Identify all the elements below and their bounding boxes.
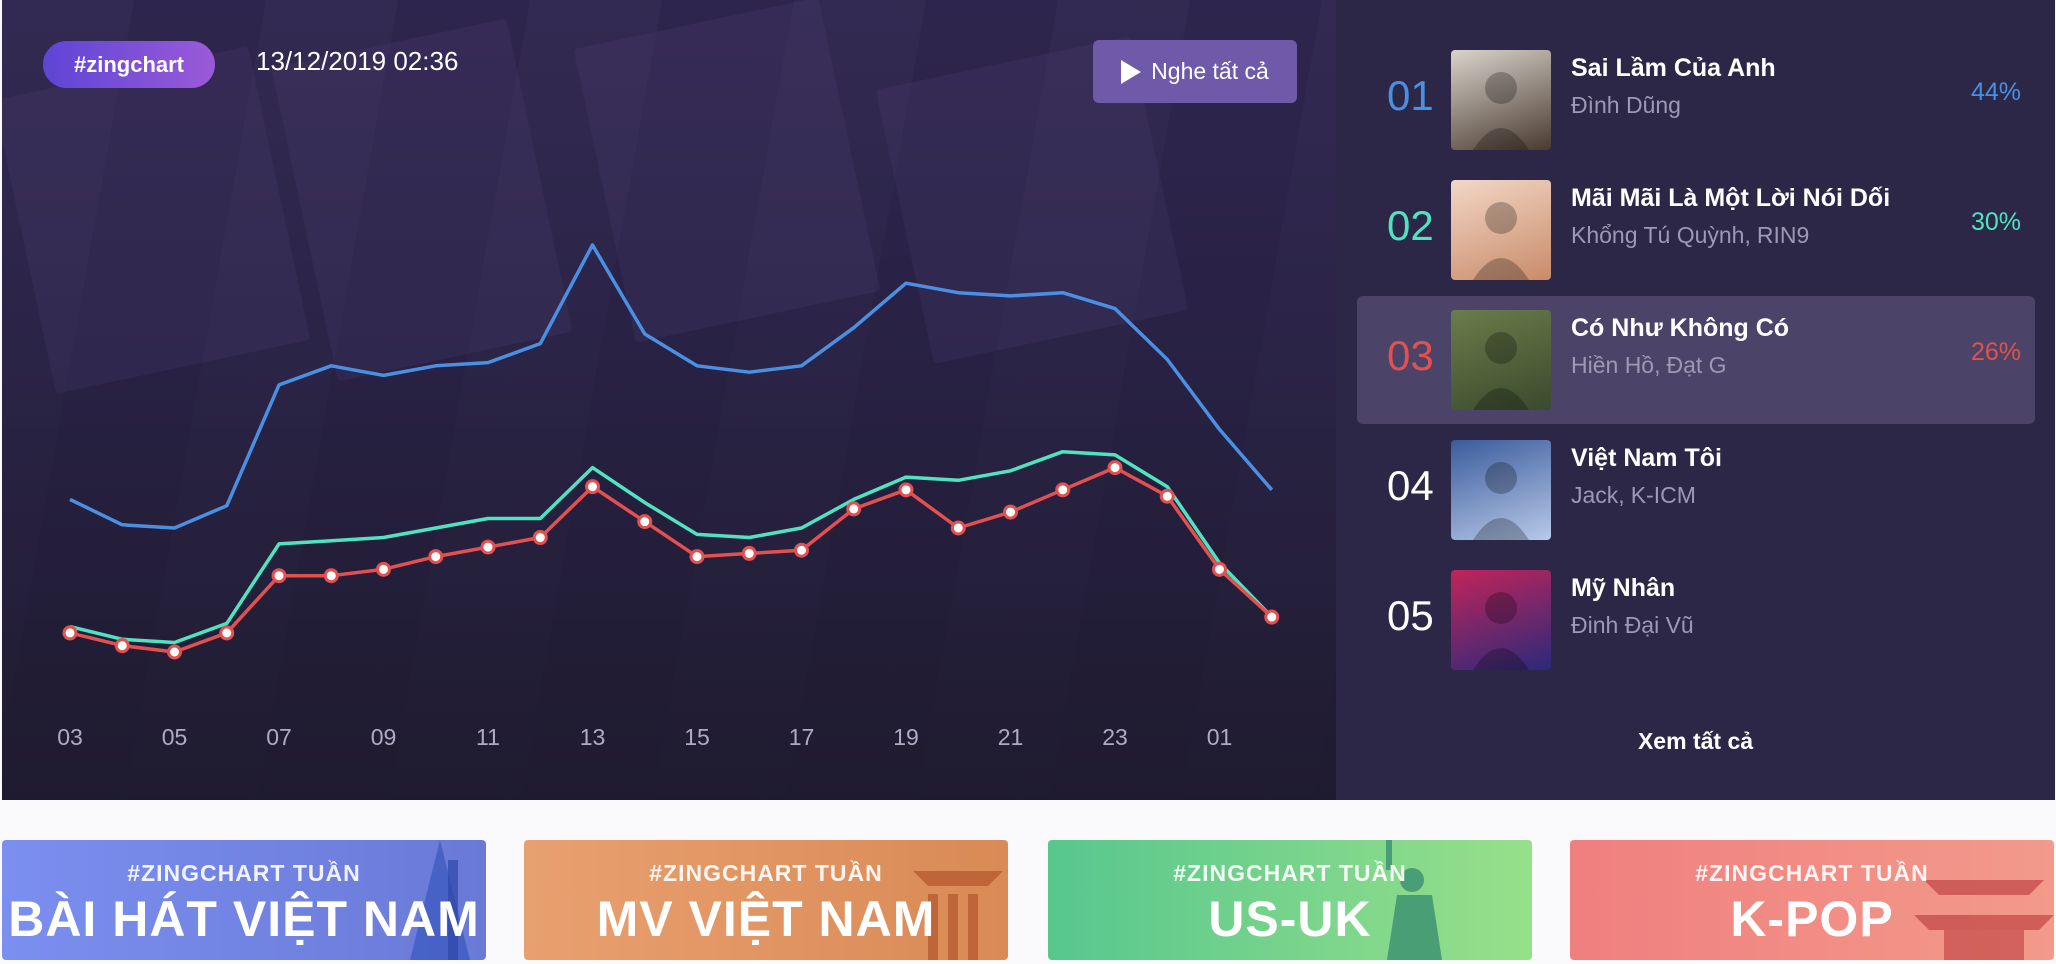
chart-panel: #zingchart 13/12/2019 02:36 Nghe tất cả … — [2, 0, 1336, 800]
rank-percent: 44% — [1970, 78, 2021, 106]
song-thumbnail[interactable] — [1451, 180, 1551, 280]
song-title[interactable]: Sai Lầm Của Anh — [1571, 54, 1776, 83]
artist-link[interactable]: Đình Dũng — [1571, 92, 1681, 118]
banner-title: MV VIỆT NAM — [596, 891, 936, 947]
series-line-1 — [69, 243, 1274, 530]
banner-usuk[interactable]: #ZINGCHART TUẦN US-UK — [1048, 840, 1532, 960]
banner-subtitle: #ZINGCHART TUẦN — [1173, 860, 1407, 886]
x-axis-tick-label: 03 — [57, 724, 83, 750]
x-axis-tick-label: 21 — [998, 724, 1024, 750]
data-point[interactable] — [846, 501, 862, 517]
artist-link[interactable]: Hiền Hồ, — [1571, 352, 1660, 378]
rank-number: 01 — [1387, 72, 1434, 119]
banner-subtitle: #ZINGCHART TUẦN — [649, 860, 883, 886]
artist-link[interactable]: Jack, — [1571, 482, 1625, 508]
banner-subtitle: #ZINGCHART TUẦN — [127, 860, 361, 886]
zingchart-hero: #zingchart 13/12/2019 02:36 Nghe tất cả … — [2, 0, 2055, 800]
song-thumbnail[interactable] — [1451, 440, 1551, 540]
series-line-2 — [69, 449, 1274, 645]
song-thumbnail[interactable] — [1451, 50, 1551, 150]
data-point[interactable] — [950, 520, 966, 536]
data-point[interactable] — [428, 549, 444, 565]
rank-number: 03 — [1387, 332, 1434, 379]
data-point[interactable] — [376, 561, 391, 577]
rank-percent: 26% — [1970, 338, 2021, 366]
banner-title: US-UK — [1208, 891, 1372, 947]
x-axis-tick-label: 09 — [371, 724, 397, 750]
x-axis-tick-label: 19 — [893, 724, 919, 750]
song-thumbnail[interactable] — [1451, 310, 1551, 410]
song-artists: Khổng Tú Quỳnh, RIN9 — [1571, 222, 1809, 249]
x-axis-tick-label: 11 — [476, 724, 500, 750]
realtime-line-chart: 03 05 07 09 11 13 15 17 19 21 23 01 — [57, 243, 1280, 750]
ranking-item[interactable]: 03 Có Như Không Có Hiền Hồ, Đạt G 26% — [1357, 296, 2035, 424]
x-axis-tick-label: 01 — [1207, 724, 1233, 750]
data-point[interactable] — [480, 539, 496, 555]
data-point[interactable] — [532, 530, 548, 546]
data-point[interactable] — [219, 625, 235, 641]
data-point[interactable] — [323, 568, 339, 584]
data-point[interactable] — [114, 638, 130, 654]
data-point[interactable] — [1107, 460, 1123, 476]
song-artists: Đình Dũng — [1571, 92, 1681, 119]
song-title[interactable]: Mỹ Nhân — [1571, 574, 1675, 603]
ranking-item[interactable]: 04 Việt Nam Tôi Jack, K-ICM — [1357, 426, 2035, 554]
data-point[interactable] — [585, 479, 600, 495]
banner-kpop[interactable]: #ZINGCHART TUẦN K-POP — [1570, 840, 2054, 960]
data-point[interactable] — [167, 644, 182, 660]
ranking-item[interactable]: 02 Mãi Mãi Là Một Lời Nói Dối Khổng Tú Quỳ… — [1357, 166, 2035, 294]
data-point[interactable] — [271, 568, 287, 584]
rank-percent: 30% — [1970, 208, 2021, 236]
banner-vpop-songs[interactable]: #ZINGCHART TUẦN BÀI HÁT VIỆT NAM — [2, 840, 486, 960]
song-artists: Hiền Hồ, Đạt G — [1571, 352, 1727, 379]
song-title[interactable]: Việt Nam Tôi — [1571, 444, 1722, 473]
x-axis-tick-label: 15 — [684, 724, 710, 750]
rank-number: 05 — [1387, 592, 1434, 639]
artist-link[interactable]: K-ICM — [1631, 482, 1696, 508]
banner-vpop-mv[interactable]: #ZINGCHART TUẦN MV VIỆT NAM — [524, 840, 1008, 960]
song-title[interactable]: Mãi Mãi Là Một Lời Nói Dối — [1571, 184, 1890, 213]
data-point[interactable] — [1055, 482, 1071, 498]
song-artists: Jack, K-ICM — [1571, 482, 1696, 509]
song-thumbnail[interactable] — [1451, 570, 1551, 670]
data-point[interactable] — [741, 545, 757, 561]
data-point[interactable] — [689, 549, 705, 565]
series-line-3 — [69, 465, 1273, 654]
song-title[interactable]: Có Như Không Có — [1571, 314, 1789, 343]
data-point[interactable] — [1003, 504, 1018, 520]
x-axis-tick-label: 05 — [162, 724, 188, 750]
data-point[interactable] — [1159, 488, 1175, 504]
data-point[interactable] — [794, 542, 809, 558]
x-axis-tick-label: 23 — [1102, 724, 1128, 750]
view-all-button[interactable]: Xem tất cả — [1336, 728, 2055, 755]
x-axis-tick-label: 17 — [789, 724, 815, 750]
data-point[interactable] — [1264, 609, 1280, 625]
banner-subtitle: #ZINGCHART TUẦN — [1695, 860, 1929, 886]
data-point[interactable] — [62, 625, 78, 641]
data-point[interactable] — [898, 482, 914, 498]
banner-title: BÀI HÁT VIỆT NAM — [8, 891, 480, 947]
artist-link[interactable]: Đạt G — [1666, 352, 1726, 378]
artist-link[interactable]: RIN9 — [1757, 222, 1809, 248]
artist-link[interactable]: Khổng Tú Quỳnh, — [1571, 222, 1751, 248]
x-axis-tick-label: 13 — [580, 724, 606, 750]
data-point[interactable] — [1212, 561, 1227, 577]
rank-number: 02 — [1387, 202, 1434, 249]
rank-number: 04 — [1387, 462, 1434, 509]
song-artists: Đinh Đại Vũ — [1571, 612, 1694, 639]
ranking-item[interactable]: 05 Mỹ Nhân Đinh Đại Vũ — [1357, 556, 2035, 684]
artist-link[interactable]: Đinh Đại Vũ — [1571, 612, 1694, 638]
data-point[interactable] — [637, 514, 653, 530]
ranking-panel: 01 Sai Lầm Của Anh Đình Dũng 44% 02 Mãi Mãi L… — [1336, 0, 2055, 800]
x-axis-tick-label: 07 — [266, 724, 292, 750]
ranking-item[interactable]: 01 Sai Lầm Của Anh Đình Dũng 44% — [1357, 36, 2035, 164]
banner-title: K-POP — [1730, 891, 1894, 947]
